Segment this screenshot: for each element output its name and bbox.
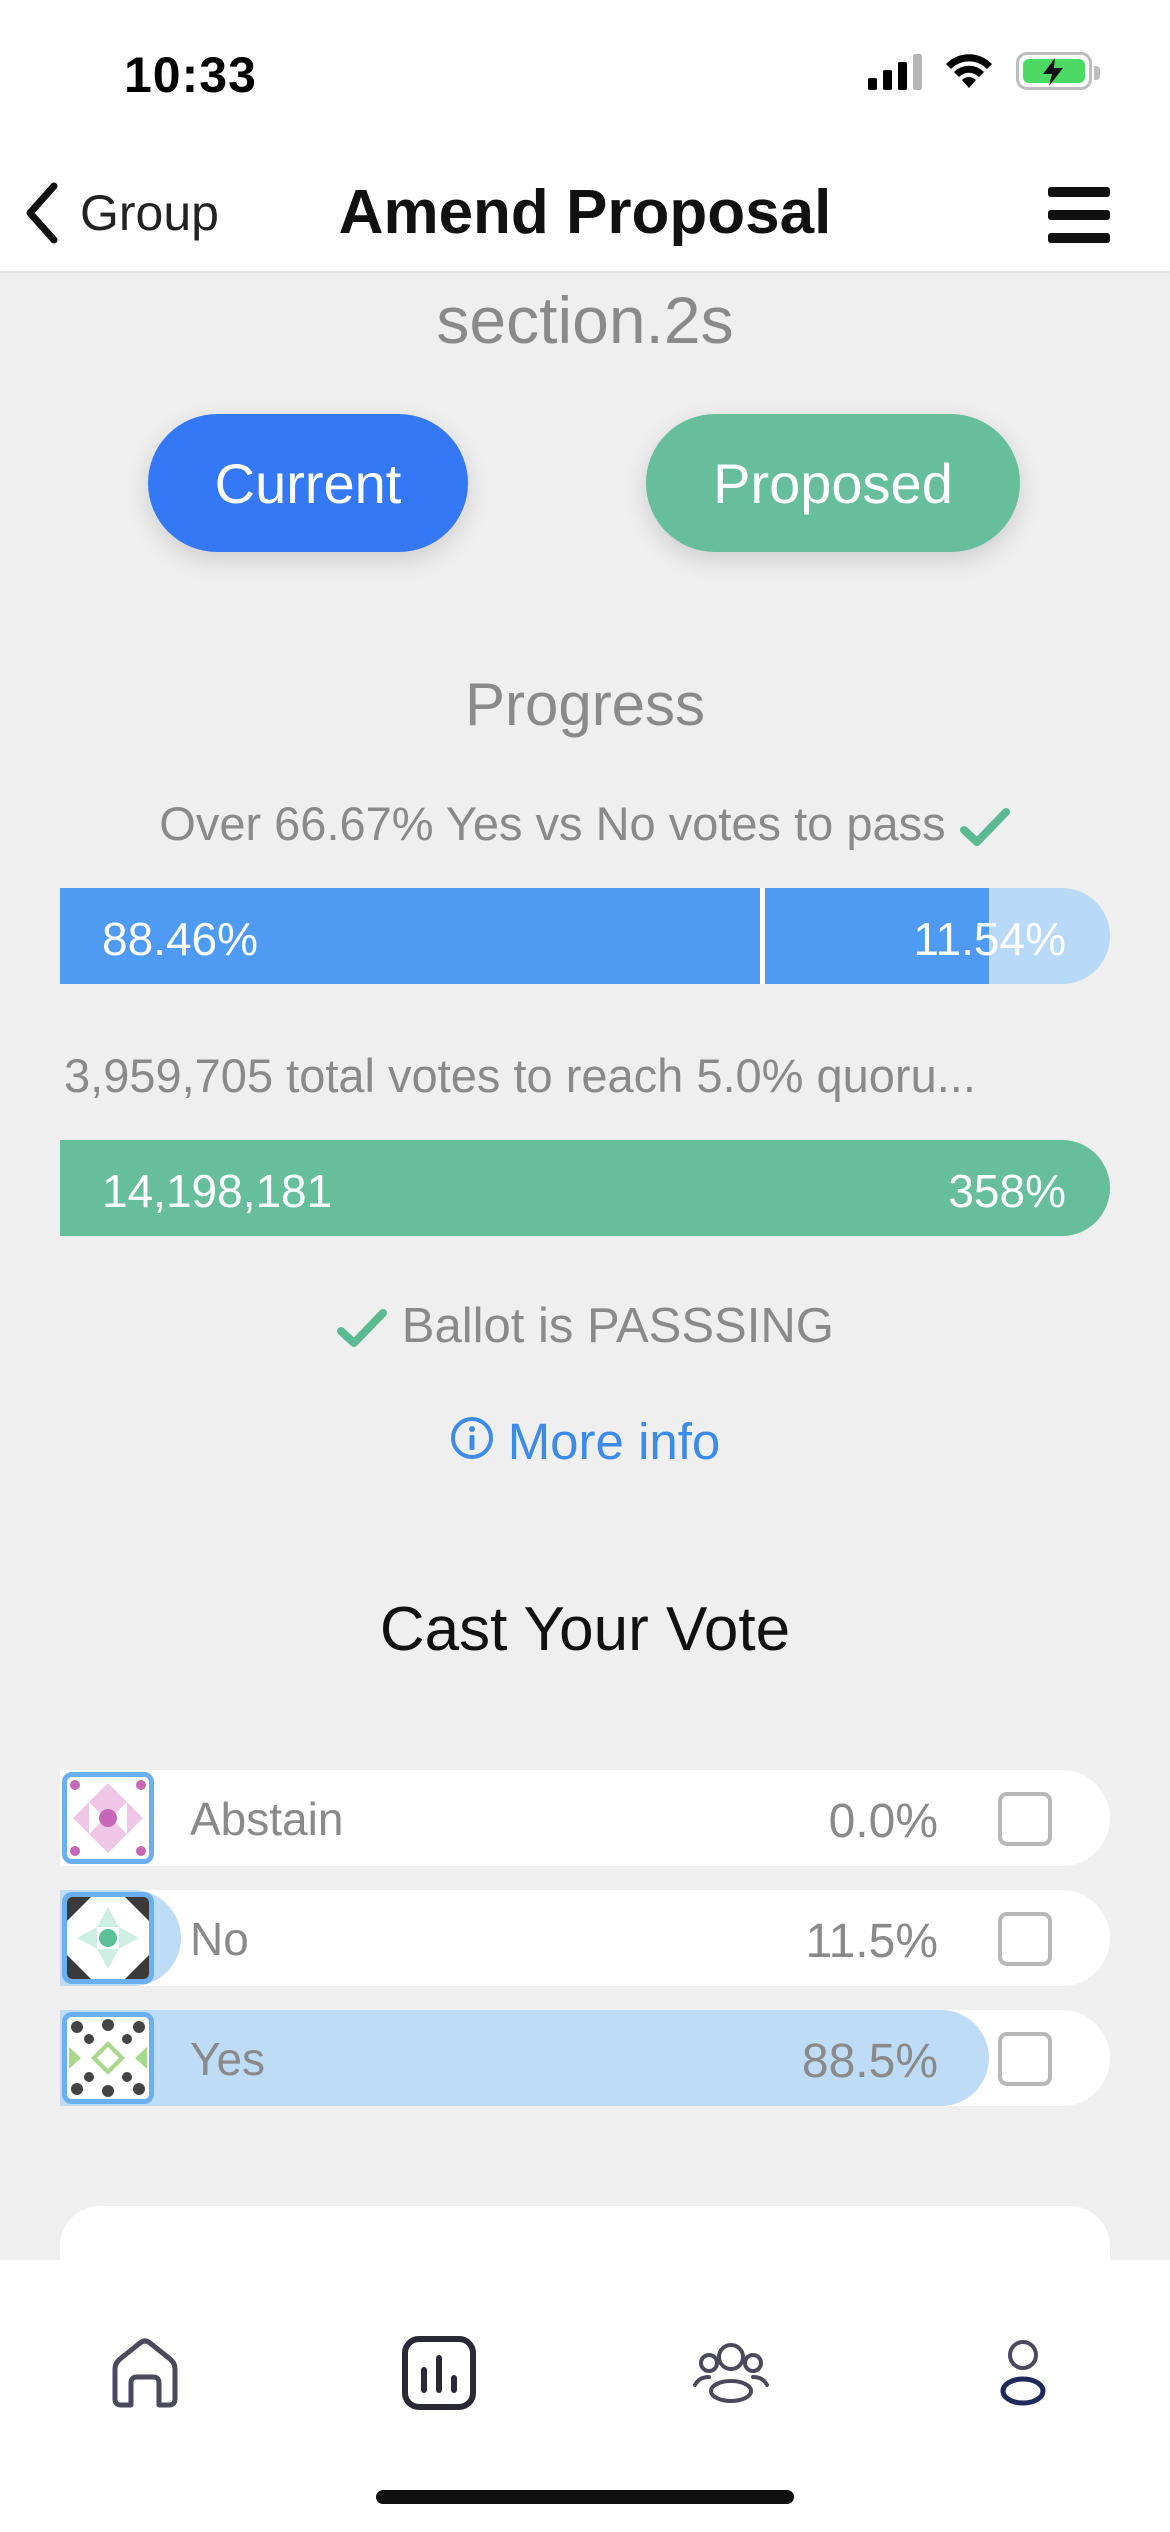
vote-checkbox[interactable]: [998, 1792, 1052, 1846]
vote-checkbox[interactable]: [998, 2032, 1052, 2086]
home-indicator[interactable]: [376, 2490, 794, 2504]
cast-vote-heading: Cast Your Vote: [379, 1595, 791, 1664]
more-info-link[interactable]: More info: [0, 1412, 1170, 1471]
status-icons: [868, 52, 1100, 90]
hamburger-menu-icon[interactable]: [1048, 187, 1110, 243]
option-percent: 11.5%: [805, 1915, 938, 1968]
home-icon[interactable]: [100, 2328, 190, 2418]
option-percent: 0.0%: [828, 1795, 938, 1848]
progress-heading: Progress: [464, 671, 706, 738]
checkmark-icon: [959, 807, 1010, 846]
no-pattern-icon: [62, 1892, 154, 1984]
abstain-pattern-icon: [62, 1772, 154, 1864]
stats-icon[interactable]: [394, 2328, 484, 2418]
yes-pattern-icon: [62, 2012, 154, 2104]
cellular-signal-icon: [868, 52, 922, 90]
more-info-label: More info: [507, 1413, 721, 1470]
info-icon: [450, 1417, 493, 1459]
vote-checkbox[interactable]: [998, 1912, 1052, 1966]
vote-option-abstain[interactable]: Abstain 0.0%: [60, 1770, 1110, 1866]
checkmark-icon: [337, 1309, 388, 1348]
ballot-status-label: Ballot is PASSSING: [401, 1299, 834, 1353]
threshold-text: Over 66.67% Yes vs No votes to pass: [0, 796, 1170, 851]
threshold-label: Over 66.67% Yes vs No votes to pass: [159, 797, 946, 850]
navigation-bar: Group Amend Proposal: [0, 155, 1170, 273]
option-percent: 88.5%: [801, 2035, 938, 2088]
section-name: section.2s: [436, 283, 734, 357]
vote-option-no[interactable]: No 11.5%: [60, 1890, 1110, 1986]
profile-icon[interactable]: [978, 2328, 1068, 2418]
yes-percent-label: 88.46%: [102, 913, 259, 965]
option-label: Yes: [190, 2033, 266, 2085]
battery-charging-icon: [1016, 52, 1100, 90]
page-title: Amend Proposal: [338, 178, 832, 247]
wifi-icon: [946, 54, 992, 88]
quorum-text: 3,959,705 total votes to reach 5.0% quor…: [64, 1049, 976, 1102]
yes-no-divider: [760, 888, 766, 984]
quorum-votes-label: 14,198,181: [102, 1165, 333, 1217]
current-button[interactable]: Current: [148, 414, 468, 552]
quorum-progress-bar: 14,198,181 358%: [60, 1140, 1110, 1236]
yes-no-progress-bar: 88.46% 11.54%: [60, 888, 1110, 984]
status-time: 10:33: [124, 47, 257, 103]
proposed-button[interactable]: Proposed: [646, 414, 1020, 552]
ballot-status: Ballot is PASSSING: [0, 1298, 1170, 1354]
status-bar: 10:33: [0, 0, 1170, 155]
quorum-percent-label: 358%: [948, 1165, 1066, 1217]
no-percent-label: 11.54%: [913, 913, 1066, 965]
vote-option-yes[interactable]: Yes 88.5%: [60, 2010, 1110, 2106]
option-label: Abstain: [190, 1793, 344, 1845]
option-label: No: [190, 1913, 249, 1965]
groups-icon[interactable]: [686, 2328, 776, 2418]
